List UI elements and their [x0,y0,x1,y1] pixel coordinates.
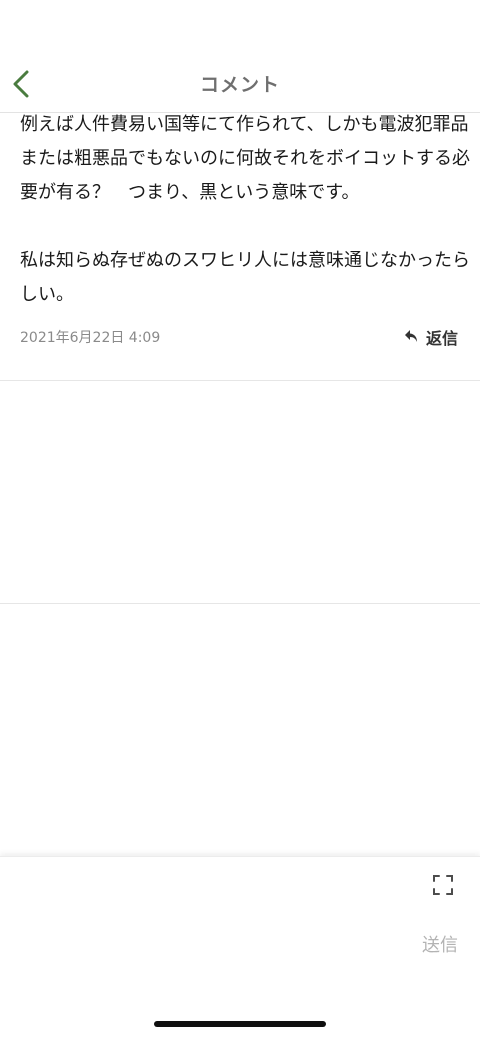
reply-button[interactable]: 返信 [404,325,458,349]
divider [0,380,480,381]
expand-icon [433,875,453,895]
reply-label: 返信 [425,329,458,348]
reply-arrow-icon [404,330,417,342]
comment-meta: 2021年6月22日 4:09 返信 [20,325,458,349]
home-indicator[interactable] [154,1021,326,1027]
navigation-bar: コメント [0,0,480,113]
comment-timestamp: 2021年6月22日 4:09 [20,330,161,346]
comment-composer: 送信 [0,856,480,1040]
send-button[interactable]: 送信 [422,931,458,957]
divider [0,603,480,604]
comment-paragraph: 私は知らぬ存ぜぬのスワヒリ人には意味通じなかったらしい。 [20,250,470,305]
comment-paragraph: 例えば人件費易い国等にて作られて、しかも電波犯罪品または粗悪品でもないのに何故そ… [20,114,470,203]
expand-button[interactable] [432,874,456,898]
page-title: コメント [199,74,280,96]
comment-input[interactable] [20,917,404,959]
comment-text: 例えば人件費易い国等にて作られて、しかも電波犯罪品または粗悪品でもないのに何故そ… [20,108,470,312]
